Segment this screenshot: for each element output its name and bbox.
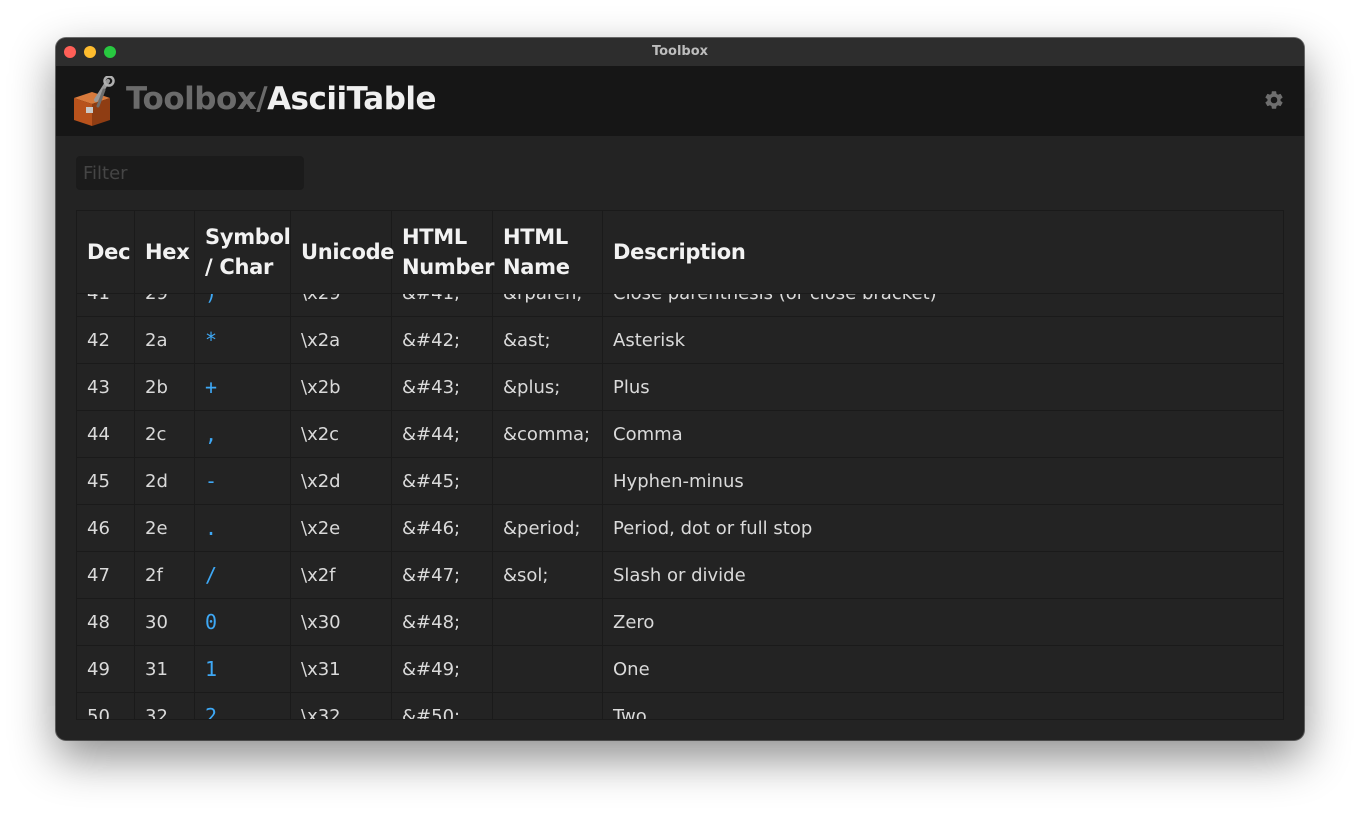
cell-unicode: \x2c [291,411,392,457]
cell-html-name [493,693,603,719]
table-header: Dec Hex Symbol / Char Unicode HTML Numbe… [77,211,1283,294]
table-row[interactable]: 47 2f / \x2f &#47; &sol; Slash or divide [77,552,1283,599]
cell-hex: 31 [135,646,195,692]
cell-dec: 45 [77,458,135,504]
cell-unicode: \x32 [291,693,392,719]
app-window: Toolbox Toolbox/AsciiTable Dec Hex Symbo… [56,38,1304,740]
table-row[interactable]: 44 2c, \x2c &#44; &comma; Comma [77,411,1283,458]
toolbox-logo-icon [74,76,115,126]
table-row[interactable]: 50 32 2 \x32 &#50; Two [77,693,1283,720]
cell-description: Comma [613,423,683,445]
table-row[interactable]: 46 2e. \x2e &#46; &period; Period, dot or ful… [77,505,1283,552]
cell-dec: 42 [77,317,135,363]
cell-dec: 48 [77,599,135,645]
cell-description: One [613,658,650,680]
table-body[interactable]: 4129)\x29&#41;&rparen;Close parenthesis … [77,270,1283,720]
cell-html-name: &plus; [493,364,603,410]
cell-hex: 2e [135,505,195,551]
cell-symbol: 2 [195,693,291,719]
gear-icon[interactable] [1263,89,1285,111]
cell-symbol: 0 [195,599,291,645]
column-header-html-number[interactable]: HTML Number [392,211,495,293]
column-header-description[interactable]: Description [603,211,1283,293]
column-header-hex[interactable]: Hex [135,211,195,293]
cell-description: Period, dot or full stop [613,517,813,539]
page-title: AsciiTable [267,81,437,117]
cell-html-number: &#47; [392,552,493,598]
cell-symbol: / [195,552,291,598]
cell-unicode: \x30 [291,599,392,645]
cell-unicode: \x2b [291,364,392,410]
cell-symbol: . [195,505,291,551]
cell-unicode: \x2a [291,317,392,363]
cell-hex: 2c [135,411,195,457]
cell-html-name [493,458,603,504]
cell-dec: 47 [77,552,135,598]
cell-unicode: \x2f [291,552,392,598]
app-header: Toolbox/AsciiTable [56,67,1304,136]
cell-html-number: &#46; [392,505,493,551]
cell-html-name: &ast; [493,317,603,363]
cell-html-number: &#45; [392,458,493,504]
cell-html-number: &#44; [392,411,493,457]
app-brand: Toolbox/AsciiTable [126,81,437,117]
cell-unicode: \x31 [291,646,392,692]
cell-html-name: &period; [493,505,603,551]
cell-description: Asterisk [613,329,686,351]
ascii-table: Dec Hex Symbol / Char Unicode HTML Numbe… [76,210,1284,720]
column-header-dec[interactable]: Dec [77,211,135,293]
cell-symbol: * [195,317,291,363]
cell-html-number: &#48; [392,599,493,645]
cell-dec: 49 [77,646,135,692]
column-header-unicode[interactable]: Unicode [291,211,395,293]
cell-hex: 2b [135,364,195,410]
table-row[interactable]: 42 2a * \x2a &#42; &ast; Asterisk [77,317,1283,364]
brand-prefix[interactable]: Toolbox/ [126,81,268,117]
cell-dec: 50 [77,693,135,719]
cell-hex: 2f [135,552,195,598]
cell-description: Two [613,705,647,720]
column-header-symbol[interactable]: Symbol / Char [195,211,291,293]
cell-hex: 2d [135,458,195,504]
table-row[interactable]: 48 30 0 \x30 &#48; Zero [77,599,1283,646]
cell-dec: 46 [77,505,135,551]
filter-input[interactable] [76,156,304,190]
cell-description: Slash or divide [613,564,746,586]
cell-html-number: &#42; [392,317,493,363]
column-header-html-name[interactable]: HTML Name [493,211,603,293]
title-bar: Toolbox [56,38,1304,67]
cell-html-number: &#49; [392,646,493,692]
cell-dec: 44 [77,411,135,457]
cell-html-number: &#43; [392,364,493,410]
cell-symbol: , [195,411,291,457]
cell-hex: 30 [135,599,195,645]
cell-description: Zero [613,611,655,633]
cell-description: Plus [613,376,650,398]
cell-html-number: &#50; [392,693,493,719]
cell-unicode: \x2d [291,458,392,504]
cell-hex: 2a [135,317,195,363]
cell-html-name: &sol; [493,552,603,598]
table-row[interactable]: 49 31 1 \x31 &#49; One [77,646,1283,693]
cell-unicode: \x2e [291,505,392,551]
cell-hex: 32 [135,693,195,719]
cell-symbol: 1 [195,646,291,692]
cell-html-name: &comma; [493,411,603,457]
table-row[interactable]: 43 2b + \x2b &#43; &plus; Plus [77,364,1283,411]
window-title: Toolbox [651,44,709,59]
cell-html-name [493,599,603,645]
cell-html-name [493,646,603,692]
table-row[interactable]: 45 2d - \x2d &#45; Hyphen-minus [77,458,1283,505]
cell-description: Hyphen-minus [613,470,744,492]
cell-dec: 43 [77,364,135,410]
cell-symbol: + [195,364,291,410]
cell-symbol: - [195,458,291,504]
